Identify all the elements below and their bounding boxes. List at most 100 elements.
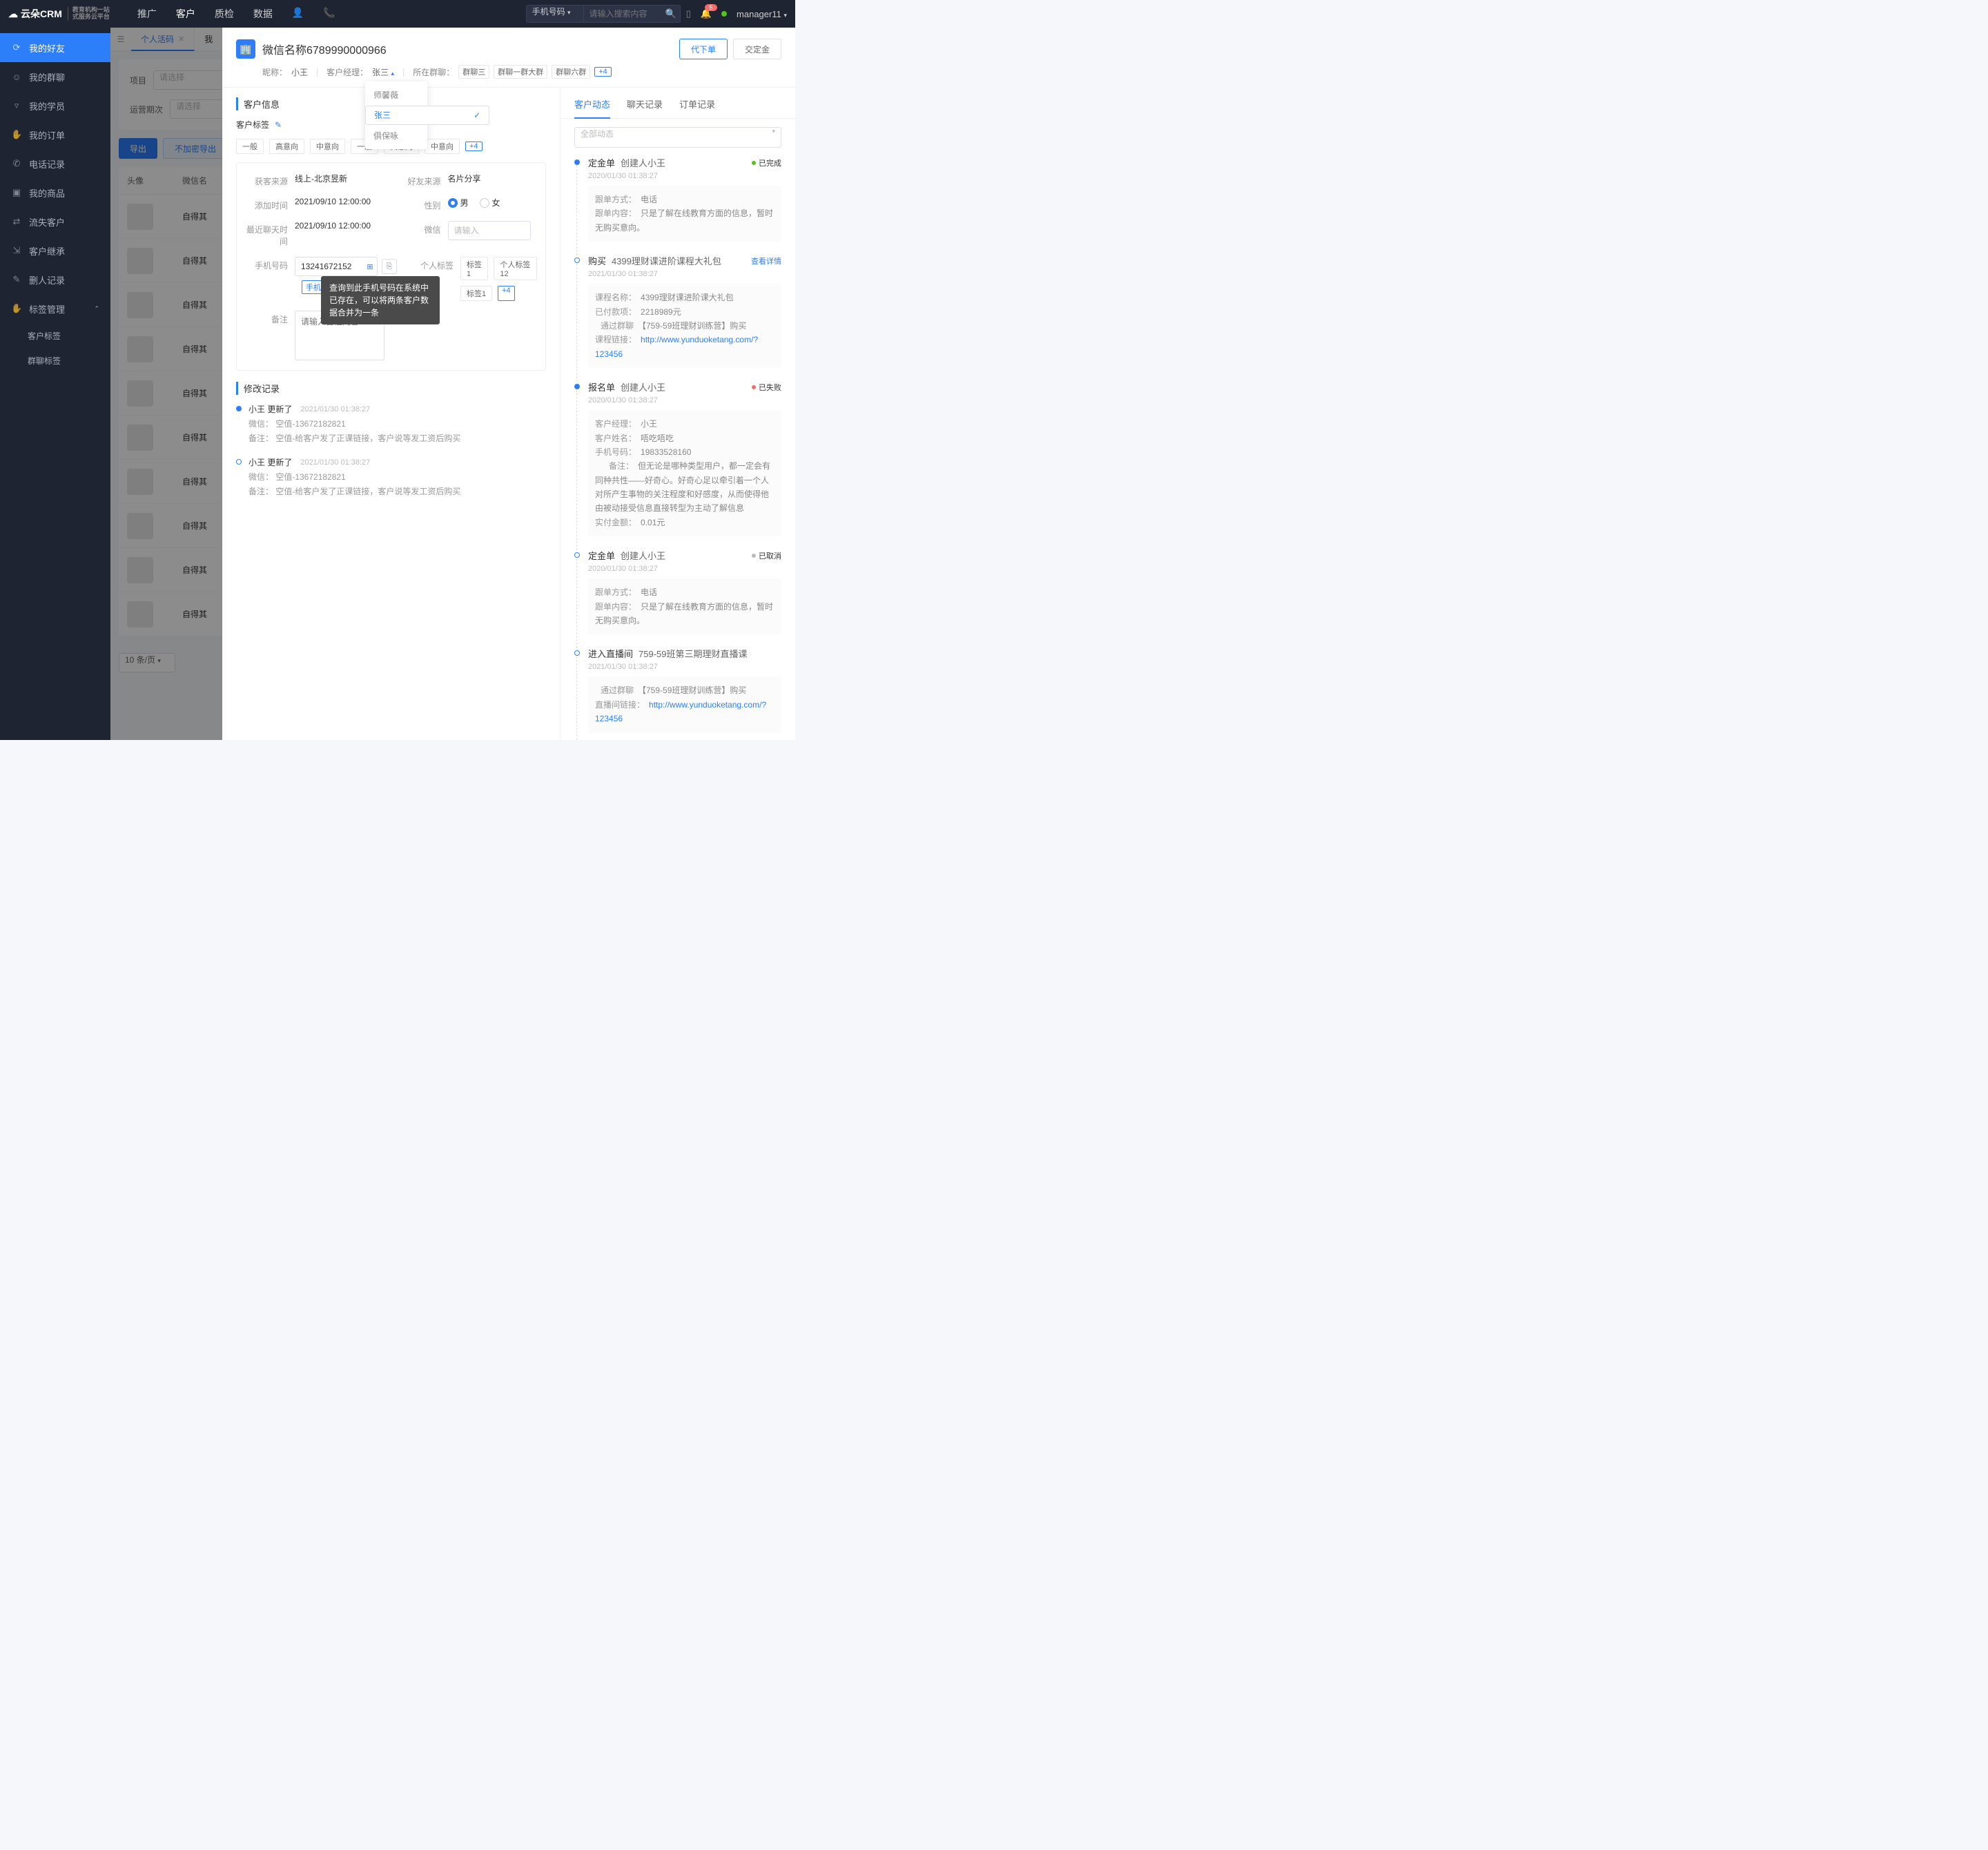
sex-female-radio[interactable]: 女 (480, 197, 500, 208)
timeline-item: 进入直播间759-59班第三期理财直播课2021/01/30 01:38:27通… (574, 647, 781, 740)
tags-label: 客户标签 (236, 119, 269, 130)
sidebar-item-orders[interactable]: ✋我的订单 (0, 120, 110, 149)
sidebar-item-goods[interactable]: ▣我的商品 (0, 178, 110, 207)
customer-tag[interactable]: 中意向 (425, 139, 460, 154)
phone-label: 手机号码 (245, 257, 295, 276)
sidebar-item-inherit[interactable]: ⇲客户继承 (0, 236, 110, 265)
filter-icon: ▿ (11, 100, 22, 111)
building-icon: 🏢 (236, 39, 255, 59)
box-icon: ▣ (11, 187, 22, 198)
tags-more[interactable]: +4 (465, 142, 483, 151)
ptag[interactable]: 标签1 (460, 286, 492, 301)
add-time-label: 添加时间 (245, 197, 295, 211)
manager-label: 客户经理： (327, 66, 368, 78)
search-icon[interactable]: 🔍 (665, 8, 676, 19)
group-tag[interactable]: 群聊三 (458, 65, 489, 79)
edit-tags-icon[interactable]: ✎ (275, 120, 282, 130)
arrow-icon: ⇲ (11, 245, 22, 256)
sidebar: ⟳我的好友 ☺我的群聊 ▿我的学员 ✋我的订单 ✆电话记录 ▣我的商品 ⇄流失客… (0, 28, 110, 740)
sidebar-sub-group-tags[interactable]: 群聊标签 (0, 348, 110, 373)
activity-filter-select[interactable]: 全部动态▾ (574, 127, 781, 148)
phone-copy-icon[interactable]: ⎘ (382, 259, 397, 274)
source-value: 线上-北京昱新 (295, 173, 384, 184)
search-group: 手机号码 ▾ 🔍 (526, 5, 676, 23)
groups-more[interactable]: +4 (594, 67, 612, 77)
hand-icon: ✋ (11, 129, 22, 140)
group-tag[interactable]: 群聊一群大群 (494, 65, 547, 79)
mod-item: 小王 更新了2021/01/30 01:38:27微信： 空值-13672182… (236, 456, 546, 497)
customer-tag[interactable]: 中意向 (310, 139, 345, 154)
view-detail-link[interactable]: 查看详情 (751, 255, 781, 266)
sidebar-item-lost[interactable]: ⇄流失客户 (0, 207, 110, 236)
last-chat-value: 2021/09/10 12:00:00 (295, 221, 384, 231)
sex-male-radio[interactable]: 男 (448, 197, 469, 208)
timeline-item: 购买4399理财课进阶课程大礼包查看详情2021/01/30 01:38:27课… (574, 254, 781, 380)
nav-customer[interactable]: 客户 (176, 7, 195, 21)
source-label: 获客来源 (245, 173, 295, 187)
top-nav: 推广 客户 质检 数据 👤 📞 (137, 7, 335, 21)
cloud-icon: ☁ (8, 8, 18, 20)
sidebar-item-tags[interactable]: ✋标签管理⌃ (0, 294, 110, 323)
phone-tooltip: 查询到此手机号码在系统中已存在，可以将两条客户数据合并为一条 (321, 276, 440, 324)
phone-lookup-icon[interactable]: ⊞ (362, 259, 378, 274)
nav-qc[interactable]: 质检 (215, 7, 234, 21)
timeline-item: 定金单创建人小王已完成2020/01/30 01:38:27跟单方式：电话跟单内… (574, 156, 781, 254)
search-type-select[interactable]: 手机号码 ▾ (526, 5, 584, 23)
ptag[interactable]: 个人标签12 (494, 257, 537, 280)
group-tag[interactable]: 群聊六群 (552, 65, 590, 79)
sidebar-item-friends[interactable]: ⟳我的好友 (0, 33, 110, 62)
customer-tag[interactable]: 一般 (236, 139, 264, 154)
ptag[interactable]: 标签1 (460, 257, 488, 280)
groups-label: 所在群聊： (413, 66, 454, 78)
manager-dropdown: 师馨薇 张三✓ 俱保咏 (365, 81, 427, 149)
dd-item-0[interactable]: 师馨薇 (365, 84, 427, 106)
sidebar-item-groups[interactable]: ☺我的群聊 (0, 62, 110, 91)
nav-promo[interactable]: 推广 (137, 7, 157, 21)
dd-item-2[interactable]: 俱保咏 (365, 125, 427, 146)
panel-title: 微信名称6789990000966 (262, 41, 387, 57)
user-icon[interactable]: 👤 (292, 7, 304, 21)
sidebar-sub-customer-tags[interactable]: 客户标签 (0, 323, 110, 348)
swap-icon: ⇄ (11, 216, 22, 227)
wechat-input[interactable] (448, 221, 531, 240)
modify-log-title: 修改记录 (236, 382, 546, 395)
timeline-item: 定金单创建人小王已取消2020/01/30 01:38:27跟单方式：电话跟单内… (574, 549, 781, 647)
device-icon[interactable]: ▯ (686, 8, 691, 19)
customer-tag[interactable]: 高意向 (269, 139, 304, 154)
phone-icon[interactable]: 📞 (323, 7, 335, 21)
bell-icon[interactable]: 🔔 (701, 8, 712, 19)
last-chat-label: 最近聊天时间 (245, 221, 295, 247)
add-time-value: 2021/09/10 12:00:00 (295, 197, 384, 206)
main: ☰ 个人活码✕ 我 项目请选择 运营期次请选择 导出 不加密导出 头像微信名 自… (110, 28, 795, 740)
username[interactable]: manager11 ▾ (737, 9, 787, 19)
wechat-label: 微信 (398, 221, 448, 235)
friend-source-label: 好友来源 (398, 173, 448, 187)
friend-source-value: 名片分享 (448, 173, 538, 184)
personal-tags-label: 个人标签 (411, 257, 460, 271)
proxy-order-button[interactable]: 代下单 (679, 39, 728, 59)
sex-label: 性别 (398, 197, 448, 211)
sidebar-item-students[interactable]: ▿我的学员 (0, 91, 110, 120)
rtab-chat[interactable]: 聊天记录 (627, 97, 663, 118)
topbar: ☁ 云朵CRM 教育机构一站式服务云平台 推广 客户 质检 数据 👤 📞 手机号… (0, 0, 795, 28)
timeline-item: 报名单创建人小王已失败2020/01/30 01:38:27客户经理：小王客户姓… (574, 380, 781, 549)
edit-icon: ✎ (11, 274, 22, 285)
chevron-up-icon: ⌃ (94, 305, 99, 313)
refresh-icon: ⟳ (11, 42, 22, 53)
hand-icon: ✋ (11, 303, 22, 314)
logo: ☁ 云朵CRM 教育机构一站式服务云平台 (8, 7, 110, 21)
customer-detail-panel: 🏢 微信名称6789990000966 代下单 交定金 昵称：小王 | 客户经理… (222, 28, 795, 740)
nickname: 小王 (291, 66, 308, 78)
phone-icon: ✆ (11, 158, 22, 169)
rtab-orders[interactable]: 订单记录 (679, 97, 715, 118)
check-icon: ✓ (474, 110, 480, 120)
dd-item-1[interactable]: 张三✓ (365, 106, 489, 125)
nickname-label: 昵称： (262, 66, 287, 78)
sidebar-item-delete[interactable]: ✎删人记录 (0, 265, 110, 294)
ptag-more[interactable]: +4 (498, 286, 515, 301)
sidebar-item-calllog[interactable]: ✆电话记录 (0, 149, 110, 178)
nav-data[interactable]: 数据 (253, 7, 273, 21)
manager-select[interactable]: 张三 ▴ (372, 68, 394, 77)
deposit-button[interactable]: 交定金 (733, 39, 781, 59)
rtab-activity[interactable]: 客户动态 (574, 97, 610, 119)
